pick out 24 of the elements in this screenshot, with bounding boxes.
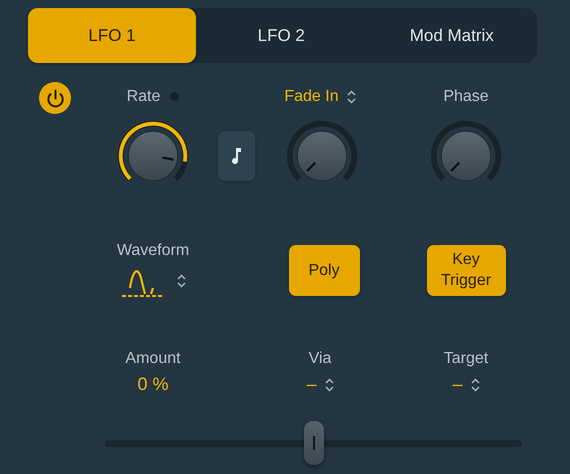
amount-value: 0 % bbox=[137, 374, 169, 395]
knob-label: Phase bbox=[443, 88, 489, 106]
target-label: Target bbox=[444, 350, 488, 368]
key-trigger-button[interactable]: Key Trigger bbox=[426, 244, 506, 296]
knob-label: Rate bbox=[126, 88, 160, 106]
power-button[interactable] bbox=[39, 82, 71, 114]
via-menu[interactable]: – bbox=[306, 374, 334, 395]
updown-chevron-icon bbox=[324, 378, 334, 392]
note-button[interactable] bbox=[218, 131, 255, 181]
updown-chevron-icon bbox=[346, 90, 356, 104]
fade-in-menu[interactable]: Fade In bbox=[284, 88, 356, 106]
tab[interactable]: Mod Matrix bbox=[366, 8, 537, 63]
updown-chevron-icon bbox=[470, 378, 480, 392]
poly-button[interactable]: Poly bbox=[288, 244, 360, 296]
updown-chevron-icon bbox=[176, 274, 186, 288]
via-label: Via bbox=[308, 350, 332, 368]
waveform-label: Waveform bbox=[116, 242, 190, 260]
music-note-icon bbox=[232, 147, 242, 165]
amount-label: Amount bbox=[125, 350, 181, 368]
slider-thumb[interactable] bbox=[304, 421, 324, 465]
tab[interactable]: LFO 2 bbox=[196, 8, 366, 63]
tab[interactable]: LFO 1 bbox=[28, 8, 196, 63]
power-icon bbox=[46, 88, 64, 108]
target-menu[interactable]: – bbox=[452, 374, 480, 395]
